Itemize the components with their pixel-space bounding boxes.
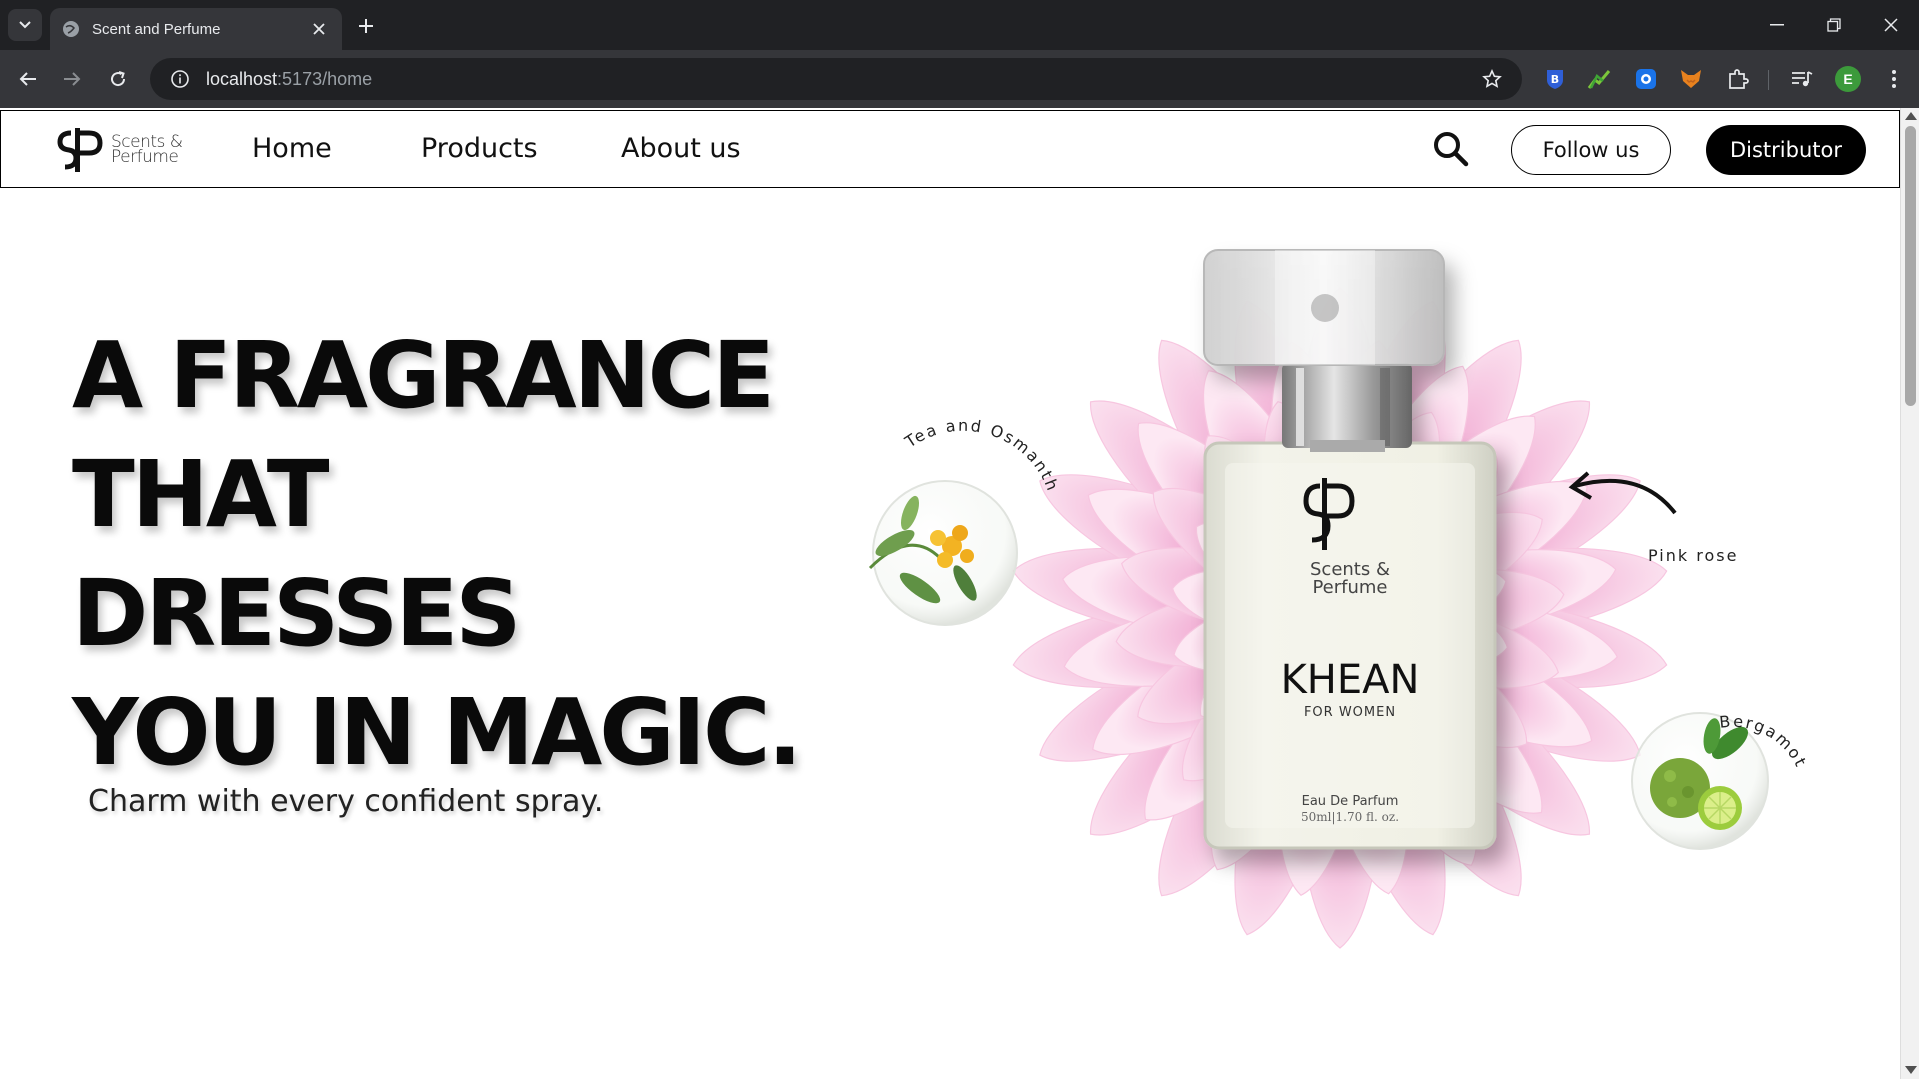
headline-line-1: A FRAGRANCE — [72, 322, 775, 429]
browser-tab[interactable]: Scent and Perfume — [50, 8, 342, 50]
tab-title: Scent and Perfume — [92, 20, 221, 38]
scroll-up-icon[interactable] — [1905, 112, 1917, 120]
hero-headline: A FRAGRANCE THAT DRESSES YOU IN MAGIC. — [72, 316, 832, 792]
headline-line-4: YOU IN MAGIC. — [72, 679, 803, 786]
svg-text:B: B — [1551, 73, 1559, 86]
headline-line-2: THAT — [72, 441, 330, 548]
arrow-left-icon — [19, 72, 36, 86]
new-tab-button[interactable] — [352, 12, 380, 40]
bookmark-star-icon[interactable] — [1472, 69, 1512, 89]
nav-home[interactable]: Home — [252, 133, 332, 164]
reload-icon — [111, 71, 126, 87]
url-text: localhost:5173/home — [206, 69, 1472, 90]
bottle-sub: FOR WOMEN — [1304, 705, 1396, 720]
globe-icon — [63, 21, 79, 37]
url-host: localhost — [206, 68, 278, 89]
search-button[interactable] — [1431, 129, 1471, 169]
extension-shield-icon[interactable]: B — [1541, 65, 1569, 93]
extension-chart-icon[interactable] — [1585, 65, 1613, 93]
close-window-button[interactable] — [1869, 8, 1913, 42]
reload-button[interactable] — [102, 63, 134, 95]
address-bar[interactable]: localhost:5173/home — [150, 58, 1522, 100]
media-queue-icon[interactable] — [1788, 65, 1816, 93]
note-tea-osmanthus: Tea and Osmanthus — [850, 168, 1063, 495]
bottle-volume: 50ml|1.70 fl. oz. — [1301, 810, 1399, 824]
profile-avatar[interactable]: E — [1835, 66, 1861, 92]
nav-products[interactable]: Products — [421, 133, 538, 164]
logo-text-line2: Perfume — [111, 147, 179, 167]
puzzle-extensions-icon[interactable] — [1724, 65, 1752, 93]
scroll-down-icon[interactable] — [1905, 1066, 1917, 1074]
page-scrollbar[interactable] — [1900, 108, 1919, 1079]
note-pink-rose: Pink rose — [1648, 546, 1738, 565]
web-page: Scents & Perfume Home Products About us … — [0, 108, 1900, 1079]
bottle-name: KHEAN — [1281, 657, 1420, 703]
plus-icon — [359, 19, 373, 33]
hero-artwork: Scents & Perfume KHEAN FOR WOMEN Eau De … — [850, 168, 1809, 949]
back-button[interactable] — [12, 63, 44, 95]
browser-toolbar: localhost:5173/home B E — [0, 50, 1919, 108]
bottle-type: Eau De Parfum — [1302, 794, 1399, 809]
sp-monogram-icon — [57, 128, 103, 172]
minimize-button[interactable] — [1755, 8, 1799, 42]
logo-text: Scents & Perfume — [111, 134, 183, 167]
kebab-menu-icon[interactable] — [1880, 65, 1908, 93]
site-logo[interactable]: Scents & Perfume — [57, 127, 183, 173]
perfume-bottle — [1203, 249, 1497, 850]
chevron-down-icon — [19, 21, 31, 29]
browser-tabstrip: Scent and Perfume — [0, 0, 1919, 50]
bottle-brand-line2: Perfume — [1312, 577, 1387, 598]
extension-fox-icon[interactable] — [1677, 65, 1705, 93]
nav-about-us[interactable]: About us — [621, 133, 741, 164]
site-info-icon[interactable] — [160, 69, 200, 89]
search-icon — [1434, 132, 1469, 167]
restore-button[interactable] — [1812, 8, 1856, 42]
headline-line-3: DRESSES — [72, 560, 522, 667]
close-tab-icon[interactable] — [308, 18, 330, 40]
extension-circle-icon[interactable] — [1632, 65, 1660, 93]
scroll-thumb[interactable] — [1905, 126, 1916, 406]
hero-subline: Charm with every confident spray. — [88, 784, 604, 819]
url-path: :5173/home — [277, 68, 373, 89]
note-tea-osmanthus-text: Tea and Osmanthus — [850, 168, 1061, 495]
tab-search-button[interactable] — [8, 9, 42, 41]
toolbar-divider — [1768, 70, 1769, 90]
arrow-right-icon — [64, 72, 81, 86]
forward-button[interactable] — [56, 63, 88, 95]
